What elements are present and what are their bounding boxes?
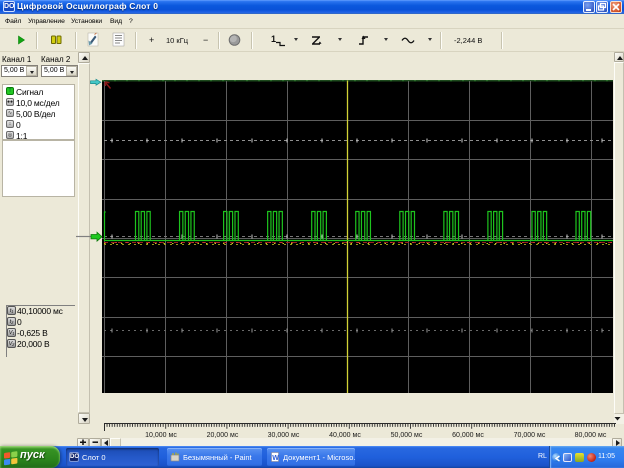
svg-text:1: 1 — [271, 34, 276, 44]
svg-text:W: W — [272, 455, 279, 462]
